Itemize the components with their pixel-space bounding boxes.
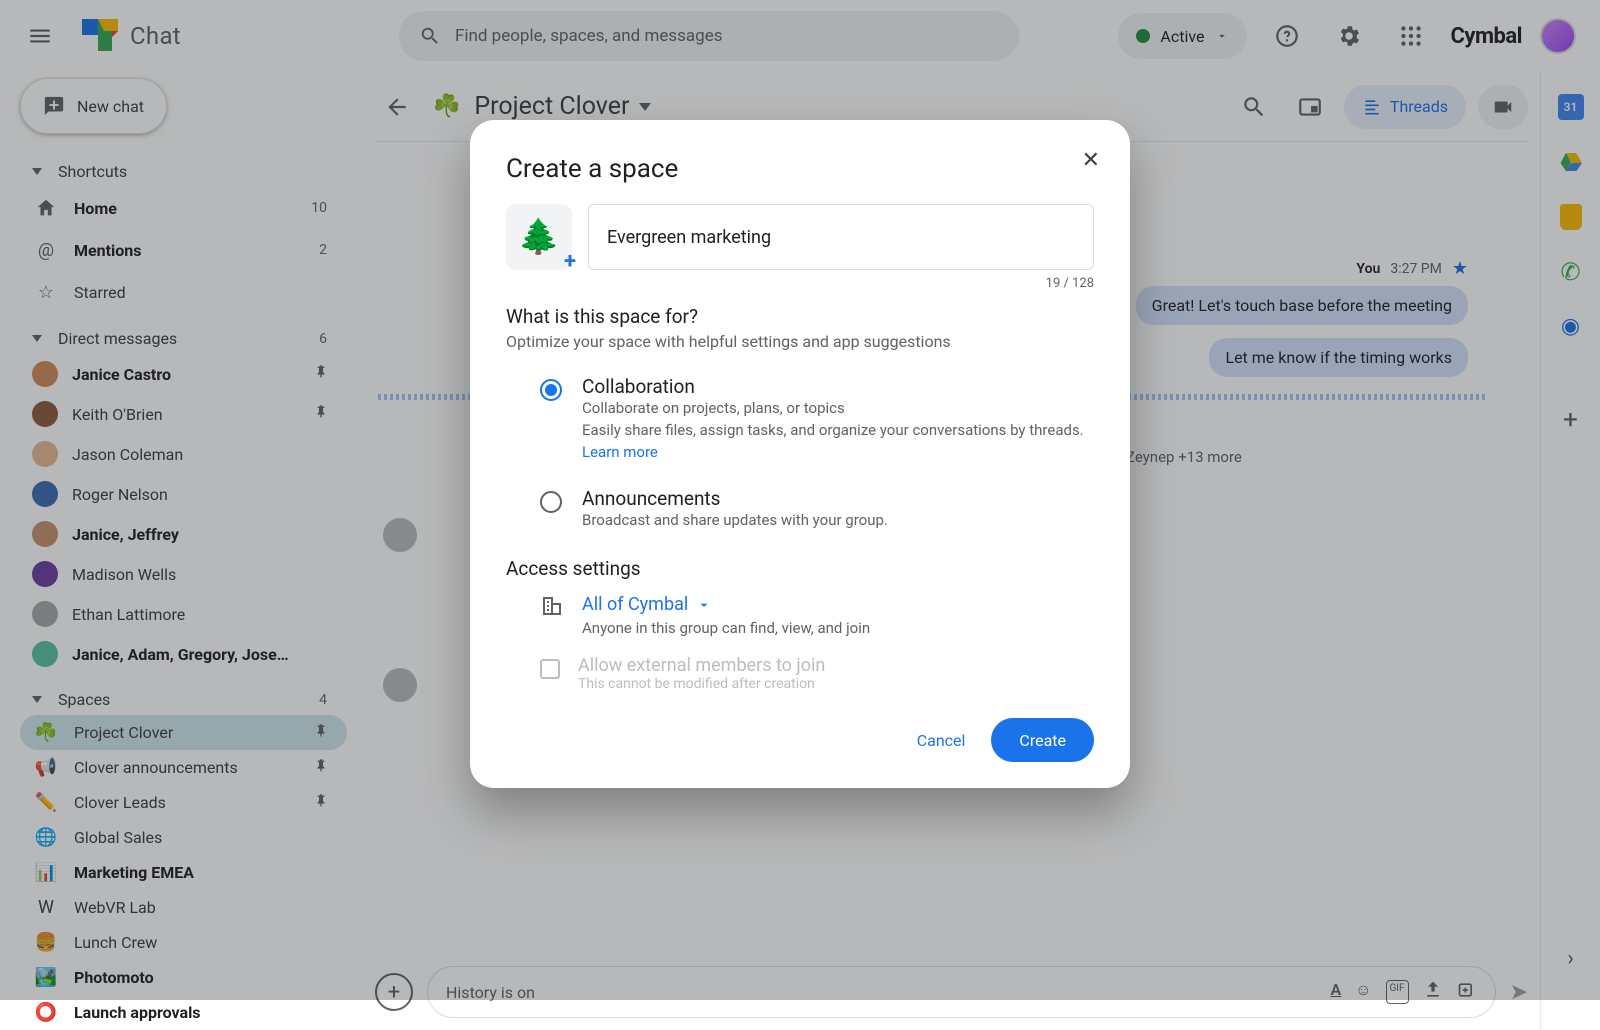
org-icon <box>540 594 564 637</box>
option-announcements[interactable]: Announcements Broadcast and share update… <box>506 481 1094 552</box>
space-item[interactable]: ⭕Launch approvals <box>20 995 347 1030</box>
space-name-input[interactable]: Evergreen marketing <box>588 204 1094 270</box>
access-settings-title: Access settings <box>506 557 1094 580</box>
add-emoji-icon: + <box>564 249 576 274</box>
chevron-down-icon <box>696 597 712 613</box>
create-space-modal: Create a space ✕ 🌲 + Evergreen marketing… <box>470 120 1130 788</box>
radio-checked-icon <box>540 379 562 401</box>
radio-unchecked-icon <box>540 491 562 513</box>
modal-title: Create a space <box>506 154 1094 184</box>
cancel-button[interactable]: Cancel <box>917 731 966 750</box>
allow-external-checkbox: Allow external members to join This cann… <box>506 655 1094 692</box>
create-button[interactable]: Create <box>991 718 1094 762</box>
learn-more-link[interactable]: Learn more <box>582 443 658 461</box>
close-icon[interactable]: ✕ <box>1082 148 1100 173</box>
modal-scrim[interactable]: Create a space ✕ 🌲 + Evergreen marketing… <box>0 0 1600 1000</box>
purpose-subtext: Optimize your space with helpful setting… <box>506 332 1094 351</box>
space-emoji-icon: ⭕ <box>32 1002 60 1023</box>
space-emoji-preview: 🌲 <box>518 217 560 257</box>
checkbox-unchecked-icon <box>540 659 560 679</box>
purpose-question: What is this space for? <box>506 305 1094 328</box>
space-emoji-picker[interactable]: 🌲 + <box>506 204 572 270</box>
char-counter: 19 / 128 <box>506 276 1094 291</box>
option-collaboration[interactable]: Collaboration Collaborate on projects, p… <box>506 369 1094 481</box>
access-scope-selector[interactable]: All of Cymbal Anyone in this group can f… <box>506 594 1094 637</box>
